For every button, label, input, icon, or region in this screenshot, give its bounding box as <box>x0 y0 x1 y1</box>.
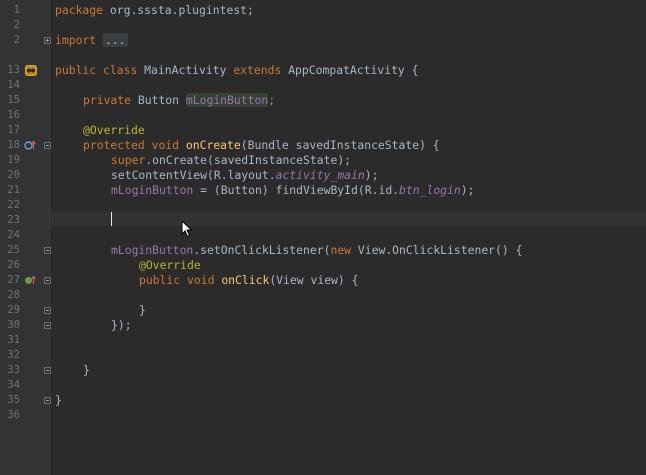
code-text: setContentView(R.layout. <box>111 168 276 182</box>
line-number: 24 <box>7 229 20 241</box>
line-number: 31 <box>7 334 20 346</box>
static-field: btn_login <box>399 183 461 197</box>
method-name: onClick <box>221 273 270 287</box>
fold-icon[interactable] <box>44 247 51 254</box>
field: mLoginButton <box>111 243 194 257</box>
code-line: } <box>139 303 146 318</box>
line-number: 15 <box>7 94 20 106</box>
line-number: 14 <box>7 79 20 91</box>
code-line: super.onCreate(savedInstanceState); <box>111 153 351 168</box>
annotation: @Override <box>83 123 145 137</box>
fold-icon[interactable] <box>44 367 51 374</box>
annotation: @Override <box>139 258 201 272</box>
line-number: 13 <box>7 64 20 76</box>
keyword: package <box>55 3 104 17</box>
line-number: 36 <box>7 409 20 421</box>
keyword: public <box>55 63 97 77</box>
code-line: @Override <box>139 258 201 273</box>
folded-imports[interactable]: ... <box>103 33 128 47</box>
code-line: mLoginButton.setOnClickListener(new View… <box>111 243 522 258</box>
code-text: }); <box>111 318 132 332</box>
code-text: } <box>139 303 146 317</box>
code-line: } <box>83 363 90 378</box>
line-number: 32 <box>7 349 20 361</box>
fold-icon[interactable] <box>44 307 51 314</box>
keyword: void <box>187 273 215 287</box>
line-number: 28 <box>7 289 20 301</box>
fold-icon[interactable] <box>44 397 51 404</box>
code-text: ); <box>364 168 379 182</box>
fold-icon[interactable] <box>44 322 51 329</box>
code-line: @Override <box>83 123 145 138</box>
static-field: activity_main <box>275 168 365 182</box>
code-text: AppCompatActivity { <box>281 63 419 77</box>
code-line: private Button mLoginButton; <box>83 93 275 108</box>
line-number: 25 <box>7 244 20 256</box>
code-line: mLoginButton = (Button) findViewById(R.i… <box>111 183 474 198</box>
line-number: 20 <box>7 169 20 181</box>
code-text: View.OnClickListener() { <box>351 243 523 257</box>
fold-icon[interactable] <box>44 277 51 284</box>
code-text: (Bundle savedInstanceState) { <box>240 138 440 152</box>
code-text: } <box>83 363 90 377</box>
class-name: MainActivity <box>137 63 234 77</box>
keyword: import <box>55 33 97 47</box>
code-line: protected void onCreate(Bundle savedInst… <box>83 138 440 153</box>
line-number: 19 <box>7 154 20 166</box>
keyword: new <box>330 243 352 257</box>
code-text: (View view) { <box>269 273 359 287</box>
code-text: ; <box>268 93 276 107</box>
line-number: 22 <box>7 199 20 211</box>
code-text: .setOnClickListener( <box>193 243 331 257</box>
line-number: 33 <box>7 364 20 376</box>
keyword: super <box>111 153 146 167</box>
text-caret <box>111 212 112 226</box>
method-name: onCreate <box>185 138 241 152</box>
code-text: } <box>55 393 62 407</box>
keyword: class <box>103 63 138 77</box>
line-number: 2 <box>13 19 20 31</box>
code-line: setContentView(R.layout.activity_main); <box>111 168 378 183</box>
keyword: private <box>83 93 132 107</box>
class-icon[interactable] <box>25 65 37 76</box>
line-number: 35 <box>7 394 20 406</box>
line-number: 34 <box>7 379 20 391</box>
code-line: public class MainActivity extends AppCom… <box>55 63 419 78</box>
line-number: 18 <box>7 139 20 151</box>
keyword: protected <box>83 138 145 152</box>
keyword: void <box>151 138 180 152</box>
code-line: public void onClick(View view) { <box>139 273 358 288</box>
field: mLoginButton <box>111 183 194 197</box>
code-line: }); <box>111 318 132 333</box>
mouse-pointer-icon <box>181 219 193 241</box>
line-number: 1 <box>13 4 20 16</box>
keyword: extends <box>233 63 282 77</box>
fold-icon[interactable] <box>44 142 51 149</box>
line-number: 17 <box>7 124 20 136</box>
line-number: 16 <box>7 109 20 121</box>
implement-icon[interactable] <box>24 275 36 285</box>
fold-icon[interactable] <box>44 37 51 44</box>
line-number: 23 <box>7 214 20 226</box>
current-line-highlight <box>50 211 646 226</box>
line-number: 21 <box>7 184 20 196</box>
line-number: 26 <box>7 259 20 271</box>
code-text: Button <box>131 93 186 107</box>
code-text: org.sssta.plugintest; <box>103 3 254 17</box>
code-text: = (Button) findViewById(R.id. <box>193 183 400 197</box>
code-line: } <box>55 393 62 408</box>
keyword: public <box>139 273 181 287</box>
code-line: package org.sssta.plugintest; <box>55 3 254 18</box>
override-up-icon[interactable] <box>24 140 36 150</box>
field-highlight: mLoginButton <box>185 93 269 107</box>
line-number: 30 <box>7 319 20 331</box>
line-number: 2 <box>13 34 20 46</box>
code-line: import ... <box>55 33 128 48</box>
code-text: .onCreate(savedInstanceState); <box>145 153 352 167</box>
line-number: 29 <box>7 304 20 316</box>
code-text: ); <box>460 183 475 197</box>
line-number: 27 <box>7 274 20 286</box>
